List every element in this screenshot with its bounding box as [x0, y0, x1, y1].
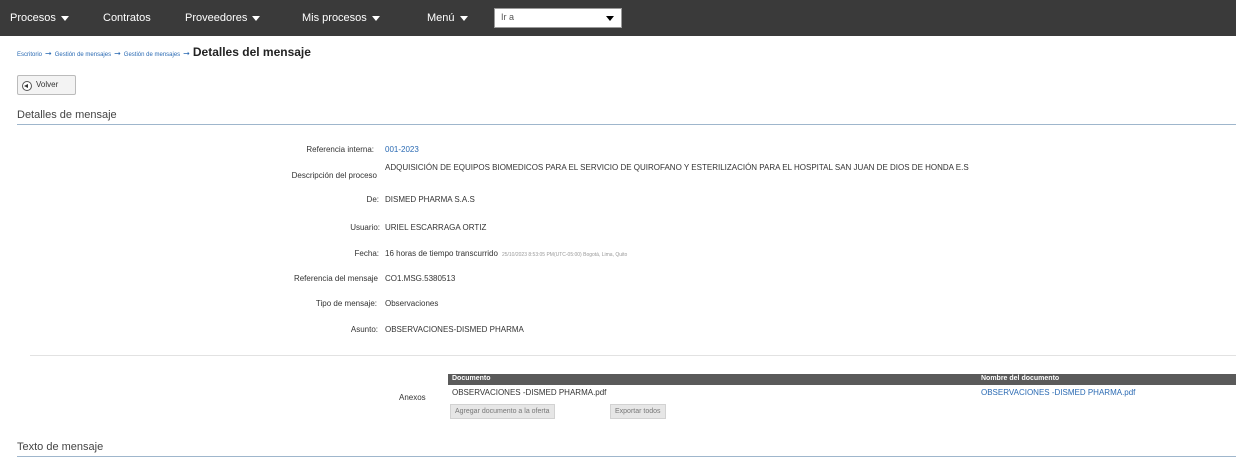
- label-descripcion-proceso: Descripción del proceso: [291, 171, 377, 180]
- value-tipo-mensaje: Observaciones: [385, 299, 439, 308]
- nav-proveedores[interactable]: Proveedores: [185, 0, 261, 36]
- back-arrow-icon: [22, 81, 32, 91]
- attachment-nombre-link[interactable]: OBSERVACIONES -DISMED PHARMA.pdf: [981, 388, 1135, 397]
- breadcrumb-gestion-mensajes-2[interactable]: Gestión de mensajes: [124, 52, 180, 58]
- value-descripcion-proceso: ADQUISICIÓN DE EQUIPOS BIOMEDICOS PARA E…: [385, 163, 969, 172]
- nav-menu[interactable]: Menú: [427, 0, 468, 36]
- column-header-documento: Documento: [452, 375, 491, 382]
- chevron-down-icon: [60, 15, 69, 21]
- column-header-nombre-documento: Nombre del documento: [981, 375, 1060, 382]
- chevron-down-icon: [459, 15, 468, 21]
- details-section-title: Detalles de mensaje: [17, 109, 117, 121]
- text-section-divider: [17, 456, 1236, 457]
- attachment-documento-cell: OBSERVACIONES -DISMED PHARMA.pdf: [452, 388, 607, 397]
- nav-contratos[interactable]: Contratos: [103, 0, 151, 36]
- value-fecha-timestamp: 25/10/2023 8:53:05 PM(UTC-05:00) Bogotá,…: [501, 252, 628, 258]
- breadcrumb-escritorio[interactable]: Escritorio: [17, 52, 42, 58]
- label-tipo-mensaje: Tipo de mensaje:: [315, 299, 377, 308]
- value-asunto: OBSERVACIONES-DISMED PHARMA: [385, 325, 524, 334]
- label-fecha: Fecha:: [354, 249, 379, 258]
- anexos-label: Anexos: [399, 393, 426, 402]
- value-usuario: URIEL ESCARRAGA ORTIZ: [385, 223, 487, 232]
- back-button[interactable]: Volver: [17, 75, 76, 95]
- page-title: Detalles del mensaje: [192, 45, 311, 59]
- details-section-divider: [17, 124, 1236, 125]
- nav-menu-label: Menú: [427, 12, 455, 24]
- attachments-table-header: Documento Nombre del documento: [448, 374, 1236, 385]
- value-fecha-elapsed: 16 horas de tiempo transcurrido: [385, 249, 498, 258]
- chevron-down-icon: [371, 15, 380, 21]
- goto-select[interactable]: Ir a: [494, 8, 622, 28]
- value-de: DISMED PHARMA S.A.S: [385, 195, 475, 204]
- top-navigation-bar: Procesos Contratos Proveedores Mis proce…: [0, 0, 1236, 36]
- separator: [30, 355, 1236, 356]
- breadcrumb-separator: ➞: [114, 49, 121, 58]
- back-button-label: Volver: [36, 80, 59, 89]
- nav-mis-procesos[interactable]: Mis procesos: [302, 0, 380, 36]
- value-referencia-interna[interactable]: 001-2023: [385, 145, 419, 154]
- breadcrumb-gestion-mensajes[interactable]: Gestión de mensajes: [55, 52, 111, 58]
- breadcrumb-separator: ➞: [45, 49, 52, 58]
- label-usuario: Usuario:: [350, 223, 380, 232]
- export-all-button[interactable]: Exportar todos: [610, 404, 666, 419]
- label-referencia-mensaje: Referencia del mensaje: [293, 274, 378, 283]
- chevron-down-icon: [252, 15, 261, 21]
- label-asunto: Asunto:: [350, 325, 378, 334]
- goto-select-value: Ir a: [501, 12, 515, 22]
- chevron-down-icon: [606, 16, 614, 21]
- value-referencia-mensaje: CO1.MSG.5380513: [385, 274, 456, 283]
- nav-procesos[interactable]: Procesos: [10, 0, 69, 36]
- label-de: De:: [366, 195, 379, 204]
- add-document-button[interactable]: Agregar documento a la oferta: [450, 404, 555, 419]
- nav-proveedores-label: Proveedores: [185, 12, 248, 24]
- text-section-title: Texto de mensaje: [17, 441, 104, 453]
- value-fecha: 16 horas de tiempo transcurrido 25/10/202…: [385, 249, 627, 258]
- nav-mis-procesos-label: Mis procesos: [302, 12, 367, 24]
- label-referencia-interna: Referencia interna:: [306, 145, 374, 154]
- breadcrumb-separator: ➞: [183, 49, 190, 58]
- breadcrumb: Escritorio ➞ Gestión de mensajes ➞ Gestión d…: [17, 44, 311, 60]
- nav-procesos-label: Procesos: [10, 12, 56, 24]
- nav-contratos-label: Contratos: [103, 12, 151, 24]
